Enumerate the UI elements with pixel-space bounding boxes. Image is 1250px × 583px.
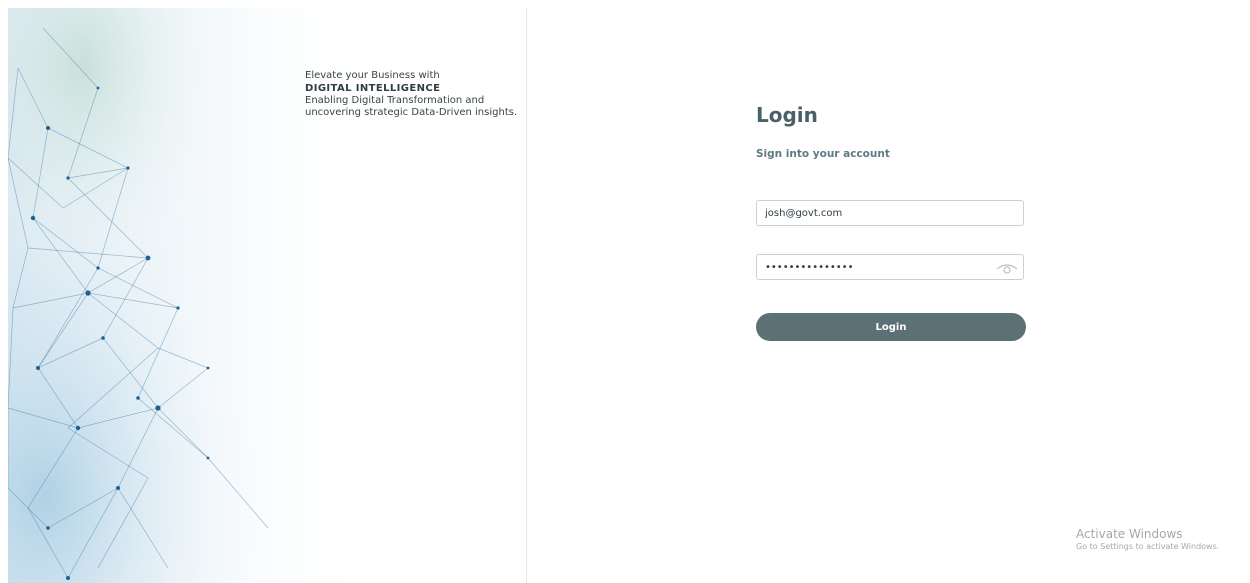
password-field	[756, 254, 1024, 280]
login-button[interactable]: Login	[756, 313, 1026, 341]
hero-description: Enabling Digital Transformation and unco…	[305, 95, 518, 118]
watermark-subtitle: Go to Settings to activate Windows.	[1076, 542, 1220, 551]
login-page: Elevate your Business with DIGITAL INTEL…	[0, 0, 1250, 583]
eye-icon[interactable]	[995, 259, 1019, 277]
login-subtitle: Sign into your account	[756, 148, 890, 160]
email-input[interactable]	[757, 201, 1003, 226]
login-form: Login Sign into your account Login	[756, 100, 1026, 341]
password-input[interactable]	[757, 255, 1003, 280]
hero-tagline: Elevate your Business with	[305, 70, 440, 81]
activate-windows-watermark: Activate Windows Go to Settings to activ…	[1076, 527, 1246, 552]
email-field	[756, 200, 1024, 226]
hero-panel: Elevate your Business with DIGITAL INTEL…	[8, 8, 527, 583]
hero-brand: DIGITAL INTELLIGENCE	[305, 82, 441, 94]
hero-text: Elevate your Business with DIGITAL INTEL…	[305, 70, 520, 118]
watermark-title: Activate Windows	[1076, 527, 1183, 541]
login-title: Login	[756, 103, 818, 127]
